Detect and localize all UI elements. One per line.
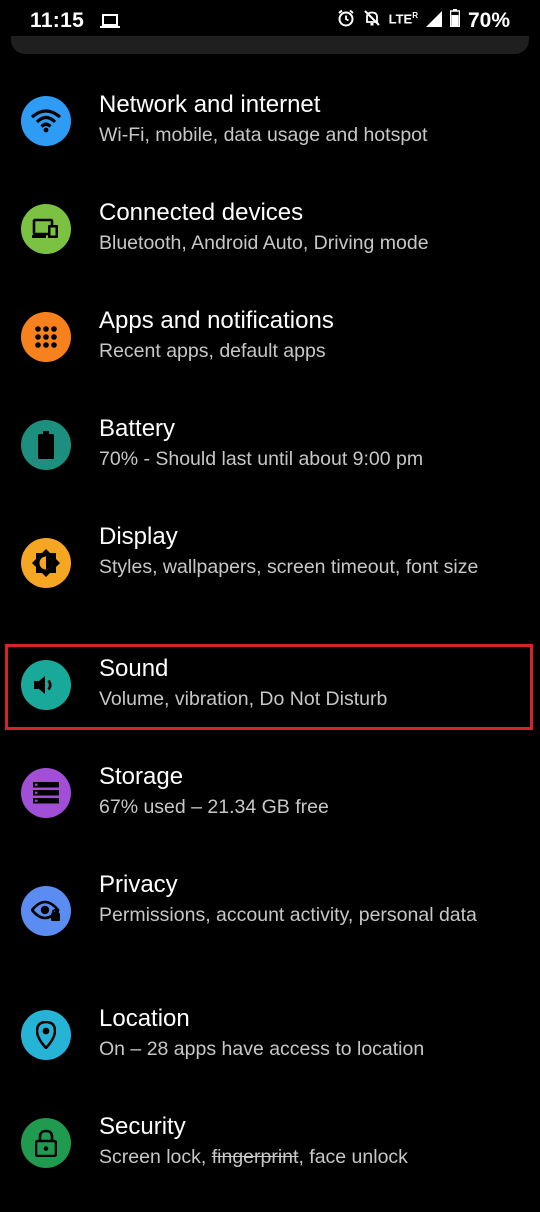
search-bar-edge[interactable] — [11, 36, 529, 54]
network-type: LTER — [389, 11, 418, 26]
subtitle-part: Screen lock, — [99, 1146, 212, 1168]
status-icons: LTER 70% — [337, 9, 510, 33]
settings-item-privacy[interactable]: Privacy Permissions, account activity, p… — [0, 870, 540, 990]
settings-item-security[interactable]: Security Screen lock, fingerprint, face … — [0, 1112, 540, 1212]
battery-status-icon — [449, 9, 461, 33]
settings-item-storage[interactable]: Storage 67% used – 21.34 GB free — [0, 762, 540, 862]
wifi-icon — [21, 96, 71, 146]
settings-item-subtitle: Wi-Fi, mobile, data usage and hotspot — [99, 124, 428, 146]
settings-item-subtitle: Bluetooth, Android Auto, Driving mode — [99, 232, 429, 254]
settings-item-title: Battery — [99, 415, 176, 442]
settings-item-subtitle: On – 28 apps have access to location — [99, 1038, 425, 1060]
settings-item-apps[interactable]: Apps and notifications Recent apps, defa… — [0, 306, 540, 406]
apps-grid-icon — [21, 312, 71, 362]
settings-item-title: Display — [99, 523, 178, 550]
settings-item-title: Location — [99, 1005, 190, 1032]
subtitle-part: , face unlock — [298, 1146, 408, 1168]
battery-percent: 70% — [467, 9, 510, 32]
settings-item-subtitle: Screen lock, fingerprint, face unlock — [99, 1144, 500, 1170]
settings-item-network[interactable]: Network and internet Wi-Fi, mobile, data… — [0, 90, 540, 190]
battery-icon — [21, 420, 71, 470]
settings-item-title: Privacy — [99, 871, 178, 898]
speaker-icon — [21, 660, 71, 710]
settings-item-battery[interactable]: Battery 70% - Should last until about 9:… — [0, 414, 540, 514]
settings-item-subtitle: Volume, vibration, Do Not Disturb — [99, 688, 388, 710]
settings-item-subtitle: 70% - Should last until about 9:00 pm — [99, 448, 424, 470]
settings-item-subtitle: Permissions, account activity, personal … — [99, 904, 477, 926]
settings-item-subtitle: Styles, wallpapers, screen timeout, font… — [99, 556, 479, 578]
settings-item-sound[interactable]: Sound Volume, vibration, Do Not Disturb — [0, 654, 540, 754]
location-pin-icon — [21, 1010, 71, 1060]
signal-icon — [425, 10, 442, 33]
lock-icon — [21, 1118, 71, 1168]
connected-devices-icon — [21, 204, 71, 254]
settings-item-title: Apps and notifications — [99, 307, 334, 334]
laptop-icon — [100, 13, 121, 29]
settings-item-title: Connected devices — [99, 199, 304, 226]
storage-icon — [21, 768, 71, 818]
alarm-icon — [337, 9, 355, 33]
settings-item-display[interactable]: Display Styles, wallpapers, screen timeo… — [0, 522, 540, 642]
settings-item-subtitle: Recent apps, default apps — [99, 340, 326, 362]
settings-item-title: Security — [99, 1113, 186, 1140]
settings-item-location[interactable]: Location On – 28 apps have access to loc… — [0, 1004, 540, 1104]
subtitle-strikethrough: fingerprint — [211, 1146, 299, 1168]
network-label: LTE — [388, 11, 413, 27]
notifications-off-icon — [363, 9, 381, 33]
privacy-eye-icon — [21, 886, 71, 936]
brightness-icon — [21, 538, 71, 588]
settings-item-title: Network and internet — [99, 91, 321, 118]
settings-item-title: Sound — [99, 655, 169, 682]
settings-item-title: Storage — [99, 763, 184, 790]
settings-item-subtitle: 67% used – 21.34 GB free — [99, 796, 329, 818]
settings-item-connected-devices[interactable]: Connected devices Bluetooth, Android Aut… — [0, 198, 540, 298]
roaming-indicator: R — [412, 11, 418, 21]
status-time: 11:15 — [30, 9, 85, 32]
